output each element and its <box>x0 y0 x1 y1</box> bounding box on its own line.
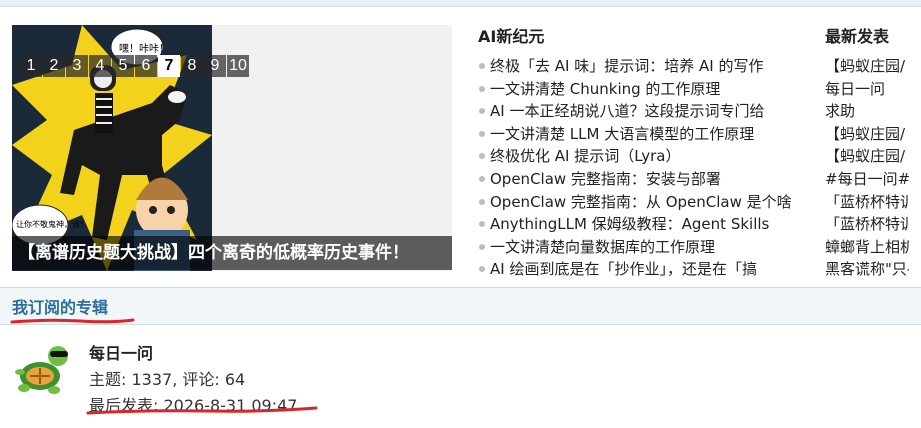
article-link[interactable]: OpenClaw 完整指南：安装与部署 <box>478 168 808 191</box>
pager-item[interactable]: 10 <box>227 55 249 77</box>
column-title-ai[interactable]: AI新纪元 <box>478 23 808 47</box>
pager-item[interactable]: 3 <box>66 55 88 77</box>
album-name[interactable]: 每日一问 <box>89 340 153 364</box>
article-link[interactable]: 一文讲清楚 Chunking 的工作原理 <box>478 78 808 101</box>
pager-item[interactable]: 4 <box>89 55 111 77</box>
pager-item[interactable]: 6 <box>135 55 157 77</box>
bubble-top-text: 嘿！咔咔！ <box>119 43 169 55</box>
ai-article-list: 终极「去 AI 味」提示词：培养 AI 的写作 一文讲清楚 Chunking 的… <box>478 55 808 281</box>
latest-post-list: 【蚂蚁庄园/ 每日一问 求助 【蚂蚁庄园/ 【蚂蚁庄园/ #每日一问# 「蓝桥杯… <box>825 55 921 281</box>
post-link[interactable]: 「蓝桥杯特训 <box>825 213 909 236</box>
post-link[interactable]: 求助 <box>825 100 909 123</box>
post-link[interactable]: 黑客谎称"只- <box>825 258 909 281</box>
subscribed-title: 我订阅的专辑 <box>12 298 109 317</box>
pager-item[interactable]: 1 <box>20 55 42 77</box>
bubble-bottom-text: 让你不敬鬼神，该！ <box>16 219 88 229</box>
pager-item[interactable]: 2 <box>43 55 65 77</box>
top-nav-strip <box>0 0 921 7</box>
subscribed-header-bar <box>0 287 921 325</box>
turtle-avatar-icon[interactable] <box>12 340 74 396</box>
post-link[interactable]: 蟑螂背上相机 <box>825 236 909 259</box>
featured-slideshow[interactable]: 嘿！咔咔！ 让你不敬鬼神，该！ 1 2 3 4 5 6 7 8 9 10 <box>12 25 452 271</box>
post-link[interactable]: 每日一问 <box>825 78 909 101</box>
article-link[interactable]: 一文讲清楚向量数据库的工作原理 <box>478 236 808 259</box>
pager-item[interactable]: 8 <box>181 55 203 77</box>
article-link[interactable]: 终极「去 AI 味」提示词：培养 AI 的写作 <box>478 55 808 78</box>
post-link[interactable]: 【蚂蚁庄园/ <box>825 123 909 146</box>
pager-item[interactable]: 9 <box>204 55 226 77</box>
article-link[interactable]: AI 绘画到底是在「抄作业」，还是在「搞 <box>478 258 808 281</box>
article-link[interactable]: 终极优化 AI 提示词（Lyra） <box>478 145 808 168</box>
slide-caption[interactable]: 【离谱历史题大挑战】四个离奇的低概率历史事件！ <box>12 236 452 270</box>
red-underline-mark <box>86 406 318 415</box>
post-link[interactable]: 【蚂蚁庄园/ <box>825 55 909 78</box>
post-link[interactable]: 【蚂蚁庄园/ <box>825 145 909 168</box>
article-link[interactable]: AI 一本正经胡说八道？这段提示词专门给 <box>478 100 808 123</box>
pager-item[interactable]: 5 <box>112 55 134 77</box>
slide-pager[interactable]: 1 2 3 4 5 6 7 8 9 10 <box>20 55 249 77</box>
pager-item-active[interactable]: 7 <box>158 55 180 77</box>
column-title-latest[interactable]: 最新发表 <box>825 23 921 47</box>
red-underline-mark <box>10 318 135 324</box>
post-link[interactable]: 「蓝桥杯特训 <box>825 191 909 214</box>
album-stats: 主题: 1337, 评论: 64 <box>89 370 246 389</box>
article-link[interactable]: AnythingLLM 保姆级教程：Agent Skills <box>478 213 808 236</box>
article-link[interactable]: 一文讲清楚 LLM 大语言模型的工作原理 <box>478 123 808 146</box>
article-link[interactable]: OpenClaw 完整指南：从 OpenClaw 是个啥 <box>478 191 808 214</box>
post-link[interactable]: #每日一问# <box>825 168 909 191</box>
